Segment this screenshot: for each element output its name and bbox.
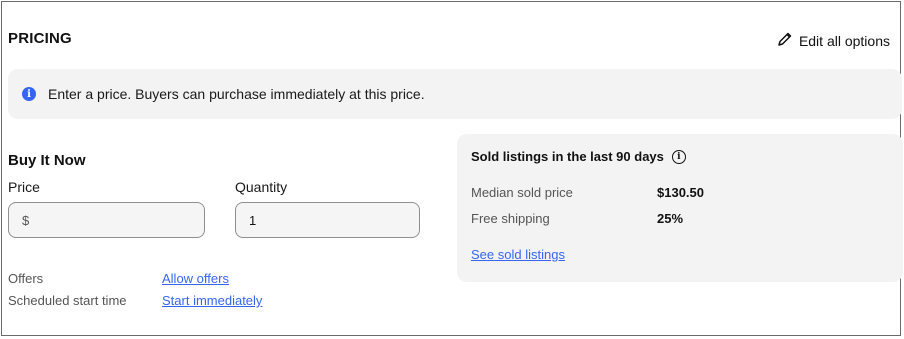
buy-it-now-title: Buy It Now [8, 152, 86, 169]
info-banner: i Enter a price. Buyers can purchase imm… [8, 69, 902, 119]
sold-listings-title-text: Sold listings in the last 90 days [471, 149, 664, 164]
pricing-panel: PRICING Edit all options i Enter a price… [1, 1, 903, 336]
info-banner-text: Enter a price. Buyers can purchase immed… [48, 86, 425, 102]
sold-listings-panel: Sold listings in the last 90 days i Medi… [457, 134, 903, 282]
allow-offers-link[interactable]: Allow offers [162, 271, 229, 286]
edit-all-options-label: Edit all options [798, 32, 890, 49]
sold-listings-title: Sold listings in the last 90 days i [471, 149, 686, 164]
info-icon: i [22, 87, 36, 101]
edit-all-options-button[interactable]: Edit all options [777, 31, 890, 50]
quantity-label: Quantity [235, 179, 288, 195]
start-immediately-link[interactable]: Start immediately [162, 293, 262, 308]
scheduled-start-label: Scheduled start time [8, 293, 127, 308]
info-circle-icon[interactable]: i [671, 149, 686, 164]
free-shipping-label: Free shipping [471, 211, 550, 226]
price-input-value: $ [22, 212, 30, 228]
quantity-input-value: 1 [249, 212, 257, 228]
median-sold-price-label: Median sold price [471, 185, 573, 200]
price-input[interactable]: $ [8, 202, 205, 238]
free-shipping-value: 25% [657, 211, 684, 226]
see-sold-listings-link[interactable]: See sold listings [471, 247, 565, 262]
pencil-icon [777, 31, 793, 50]
quantity-input[interactable]: 1 [235, 202, 420, 238]
price-label: Price [8, 179, 40, 195]
median-sold-price-value: $130.50 [657, 185, 704, 200]
offers-label: Offers [8, 271, 44, 286]
section-title: PRICING [8, 30, 72, 47]
